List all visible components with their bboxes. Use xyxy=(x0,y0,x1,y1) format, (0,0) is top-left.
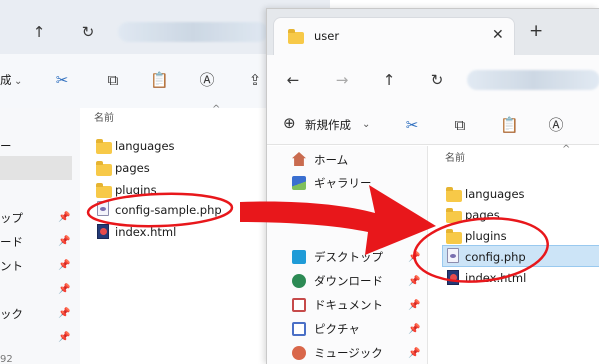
red-circle-source xyxy=(86,192,234,228)
red-circle-target xyxy=(413,217,549,283)
annotation-overlay xyxy=(86,185,549,283)
red-arrow xyxy=(240,185,436,255)
